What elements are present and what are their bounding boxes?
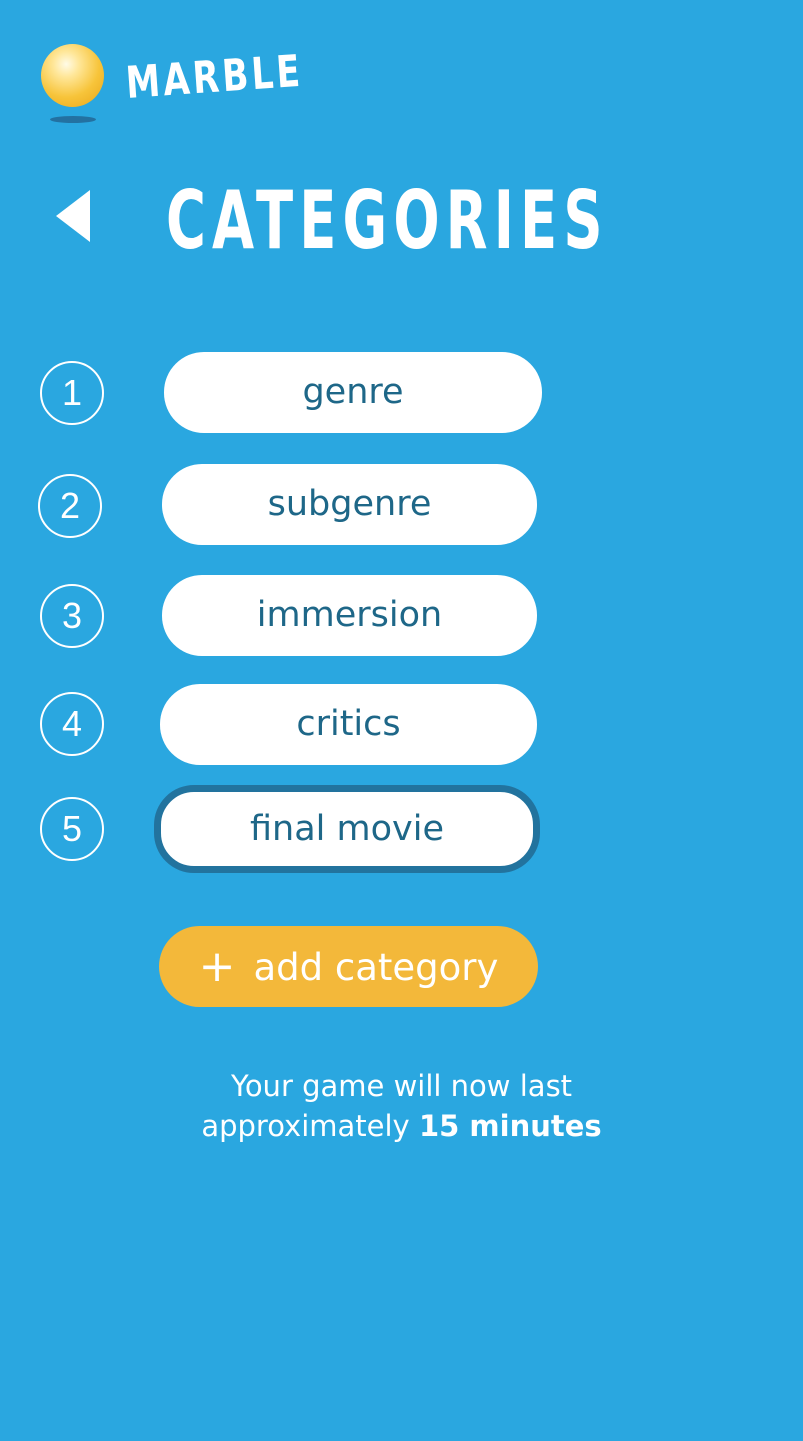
category-number-4: 4 [40,692,104,756]
game-duration-info: Your game will now last approximately 15… [0,1066,803,1146]
category-number-3: 3 [40,584,104,648]
info-line-2: approximately 15 minutes [0,1106,803,1146]
back-button[interactable] [52,186,96,246]
back-arrow-icon [56,190,90,242]
category-pill-final-movie[interactable]: final movie [154,785,540,873]
category-number-2: 2 [38,474,102,538]
marble-ball-icon [41,44,104,107]
add-category-label: add category [253,946,499,989]
marble-shadow [50,116,96,123]
page-title: CATEGORIES [166,174,609,267]
category-pill-critics[interactable]: critics [160,684,537,765]
app-name: MARBLE [124,45,305,109]
info-line-2-prefix: approximately [201,1109,410,1143]
category-number-1: 1 [40,361,104,425]
category-number-5: 5 [40,797,104,861]
category-pill-immersion[interactable]: immersion [162,575,537,656]
info-line-1: Your game will now last [230,1069,573,1103]
category-pill-genre[interactable]: genre [164,352,542,433]
game-duration-value: 15 minutes [418,1109,602,1143]
add-category-button[interactable]: + add category [159,926,538,1007]
plus-icon: + [198,941,236,992]
category-pill-subgenre[interactable]: subgenre [162,464,537,545]
